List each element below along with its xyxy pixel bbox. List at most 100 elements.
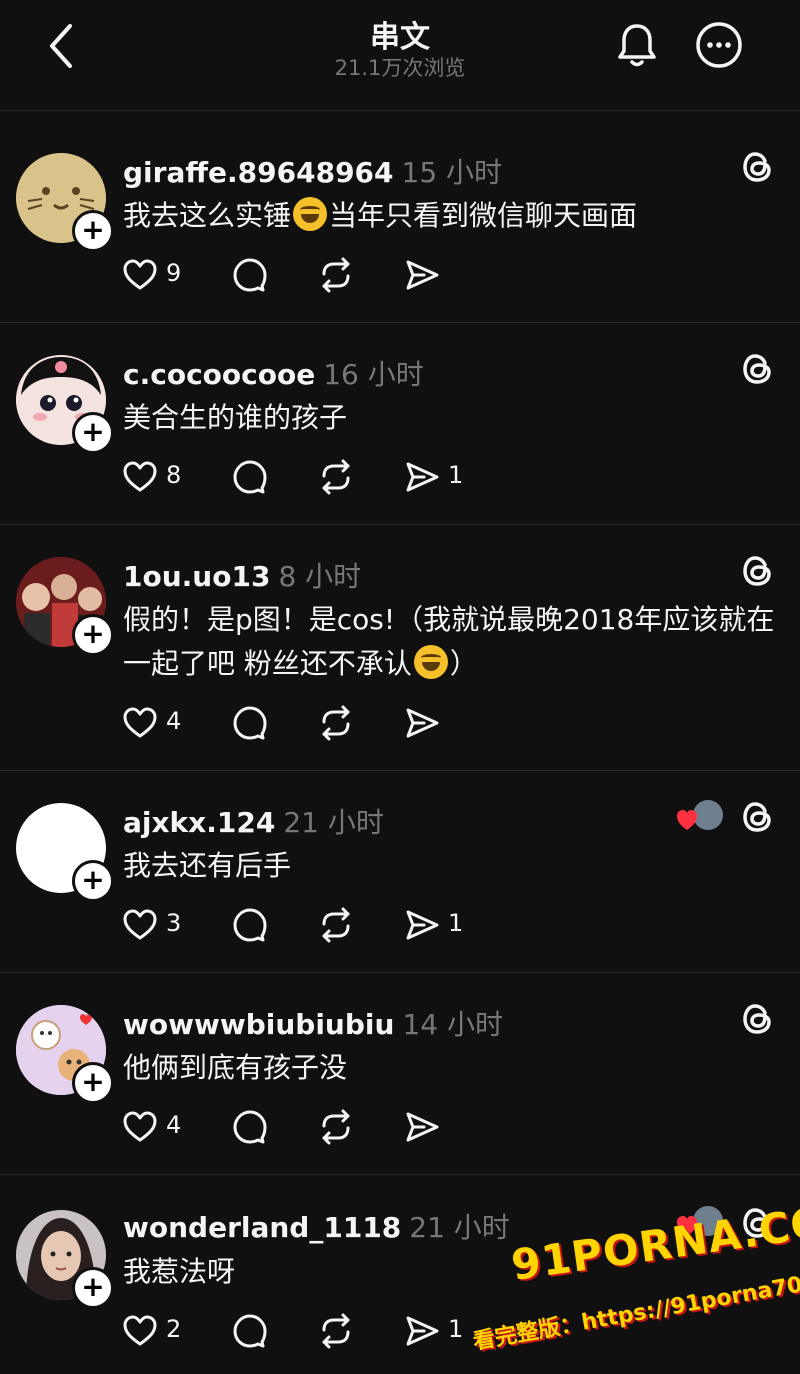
post-time: 8 小时 — [278, 560, 362, 593]
like-button[interactable]: 8 — [122, 457, 192, 497]
comment-icon — [233, 1110, 267, 1144]
follow-plus-icon[interactable]: + — [72, 210, 114, 252]
comment-icon — [233, 1314, 267, 1348]
view-count: 21.1万次浏览 — [334, 56, 466, 80]
heart-icon — [123, 1315, 157, 1346]
like-button[interactable]: 9 — [122, 255, 192, 295]
repost-icon — [322, 907, 350, 943]
share-icon — [406, 1316, 439, 1346]
post-time: 15 小时 — [401, 156, 503, 189]
comment-button[interactable] — [232, 905, 272, 945]
like-button[interactable]: 4 — [122, 1107, 192, 1147]
bell-icon[interactable] — [612, 20, 662, 70]
share-button[interactable]: 1 — [404, 905, 474, 945]
username[interactable]: wonderland_1118 — [123, 1211, 401, 1244]
share-count: 1 — [448, 1315, 464, 1343]
comment-button[interactable] — [232, 255, 272, 295]
share-icon — [406, 462, 439, 492]
follow-plus-icon[interactable]: + — [72, 1062, 114, 1104]
comment-button[interactable] — [232, 457, 272, 497]
like-count: 8 — [166, 461, 182, 489]
share-icon — [406, 1112, 439, 1142]
share-button[interactable]: 1 — [404, 1311, 474, 1351]
more-icon[interactable] — [694, 20, 744, 70]
post[interactable]: + giraffe.89648964 15 小时 我去这么实锤 当年只看到微信聊天画… — [0, 121, 800, 323]
repost-button[interactable] — [318, 703, 358, 743]
repost-button[interactable] — [318, 255, 358, 295]
share-button[interactable] — [404, 1107, 444, 1147]
heart-icon — [123, 1111, 157, 1142]
repost-button[interactable] — [318, 457, 358, 497]
like-button[interactable]: 4 — [122, 703, 192, 743]
repost-icon — [322, 257, 350, 293]
action-bar: 2 1 — [122, 1311, 482, 1351]
post-time: 16 小时 — [323, 358, 424, 391]
follow-plus-icon[interactable]: + — [72, 860, 114, 902]
share-button[interactable] — [404, 255, 444, 295]
share-count: 1 — [448, 909, 464, 937]
action-bar: 4 — [122, 1107, 439, 1147]
laughing-emoji-icon — [293, 197, 328, 231]
repost-button[interactable] — [318, 1311, 358, 1351]
repost-icon — [322, 1313, 350, 1349]
post[interactable]: + ajxkx.124 21 小时 我去还有后手 3 1 — [0, 771, 800, 973]
post-text: 美合生的谁的孩子 — [123, 401, 348, 434]
follow-plus-icon[interactable]: + — [72, 614, 114, 656]
like-count: 3 — [166, 909, 182, 937]
like-count: 4 — [166, 707, 182, 735]
comment-icon — [233, 258, 267, 292]
heart-icon — [123, 461, 157, 492]
threads-logo-icon[interactable] — [740, 149, 776, 185]
top-bar: 串文 21.1万次浏览 — [0, 0, 800, 111]
repost-icon — [322, 459, 350, 495]
repost-button[interactable] — [318, 1107, 358, 1147]
share-icon — [406, 708, 439, 738]
post-text: 我去还有后手 — [123, 849, 292, 882]
like-button[interactable]: 3 — [122, 905, 192, 945]
post-time: 14 小时 — [402, 1008, 503, 1041]
repost-icon — [322, 1109, 350, 1145]
username[interactable]: 1ou.uo13 — [123, 560, 270, 593]
action-bar: 8 1 — [122, 457, 482, 497]
username[interactable]: ajxkx.124 — [123, 806, 275, 839]
heart-icon — [123, 909, 157, 940]
share-icon — [406, 910, 439, 940]
repost-button[interactable] — [318, 905, 358, 945]
like-count: 9 — [166, 259, 182, 287]
threads-logo-icon[interactable] — [740, 351, 776, 387]
post[interactable]: + c.cocoocooe 16 小时 美合生的谁的孩子 8 1 — [0, 323, 800, 525]
threads-logo-icon[interactable] — [740, 1001, 776, 1037]
share-icon — [406, 260, 439, 290]
username[interactable]: c.cocoocooe — [123, 358, 315, 391]
action-bar: 9 — [122, 255, 439, 295]
comment-icon — [233, 908, 267, 942]
author-liked-icon — [677, 800, 723, 830]
post-text-cont: ） — [449, 647, 478, 680]
threads-logo-icon[interactable] — [740, 553, 776, 589]
post-time: 21 小时 — [283, 806, 384, 839]
like-count: 2 — [166, 1315, 182, 1343]
comment-button[interactable] — [232, 1107, 272, 1147]
follow-plus-icon[interactable]: + — [72, 412, 114, 454]
like-button[interactable]: 2 — [122, 1311, 192, 1351]
comment-icon — [233, 460, 267, 494]
username[interactable]: giraffe.89648964 — [123, 156, 394, 189]
action-bar: 3 1 — [122, 905, 482, 945]
post[interactable]: + 1ou.uo13 8 小时 假的！是p图！是cos!（我就说最晚2018年应该… — [0, 525, 800, 771]
page-title: 串文 — [370, 20, 430, 55]
repost-icon — [322, 705, 350, 741]
action-bar: 4 — [122, 703, 439, 743]
comment-icon — [233, 706, 267, 740]
username[interactable]: wowwwbiubiubiu — [123, 1008, 394, 1041]
share-button[interactable] — [404, 703, 444, 743]
share-button[interactable]: 1 — [404, 457, 474, 497]
follow-plus-icon[interactable]: + — [72, 1267, 114, 1309]
heart-icon — [123, 259, 157, 290]
heart-icon — [123, 707, 157, 738]
laughing-emoji-icon — [413, 645, 448, 679]
comment-button[interactable] — [232, 1311, 272, 1351]
comment-button[interactable] — [232, 703, 272, 743]
post-text: 假的！是p图！是cos!（我就说最晚2018年应该就在一起了吧 粉丝还不承认 — [123, 603, 775, 680]
post[interactable]: + wowwwbiubiubiu 14 小时 他俩到底有孩子没 4 — [0, 973, 800, 1175]
threads-logo-icon[interactable] — [740, 799, 776, 835]
